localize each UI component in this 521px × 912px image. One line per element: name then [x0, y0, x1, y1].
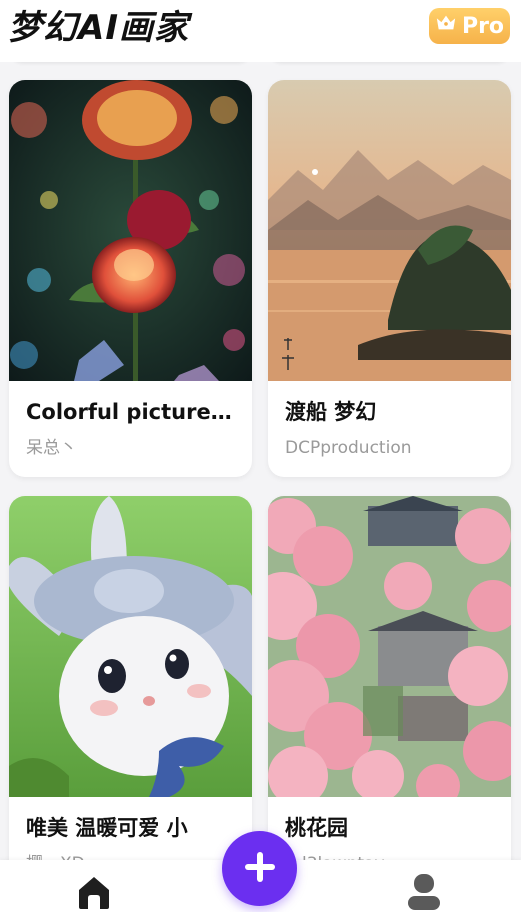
artwork-card[interactable]: Colorful pictures o... 呆总丶 [9, 80, 252, 477]
profile-icon[interactable] [408, 874, 440, 910]
plus-icon [243, 850, 277, 888]
app-header: 梦幻AI画家 Pro [0, 0, 521, 62]
artwork-image[interactable] [9, 80, 252, 381]
artwork-card[interactable]: 桃花园 …l3lawntay [268, 496, 511, 893]
crown-icon [435, 12, 457, 40]
artwork-title: 唯美 温暖可爱 小 [26, 816, 188, 840]
artwork-image[interactable] [268, 496, 511, 797]
artwork-title: Colorful pictures o... [26, 400, 241, 424]
artwork-image[interactable] [9, 496, 252, 797]
artwork-title: 渡船 梦幻 [285, 400, 377, 424]
app-title: 梦幻AI画家 [8, 8, 189, 48]
artwork-author: DCPproduction [285, 438, 412, 458]
pro-label: Pro [461, 13, 505, 39]
pro-upgrade-button[interactable]: Pro [429, 8, 510, 44]
artwork-feed[interactable]: Colorful pictures o... 呆总丶 [0, 0, 521, 912]
artwork-image[interactable] [268, 80, 511, 381]
create-artwork-button[interactable] [222, 831, 297, 906]
artwork-author: 呆总丶 [26, 438, 77, 458]
artwork-card[interactable]: 渡船 梦幻 DCPproduction [268, 80, 511, 477]
artwork-card[interactable]: 唯美 温暖可爱 小 樱…XD [9, 496, 252, 893]
artwork-title: 桃花园 [285, 816, 348, 840]
home-icon[interactable] [76, 874, 112, 910]
